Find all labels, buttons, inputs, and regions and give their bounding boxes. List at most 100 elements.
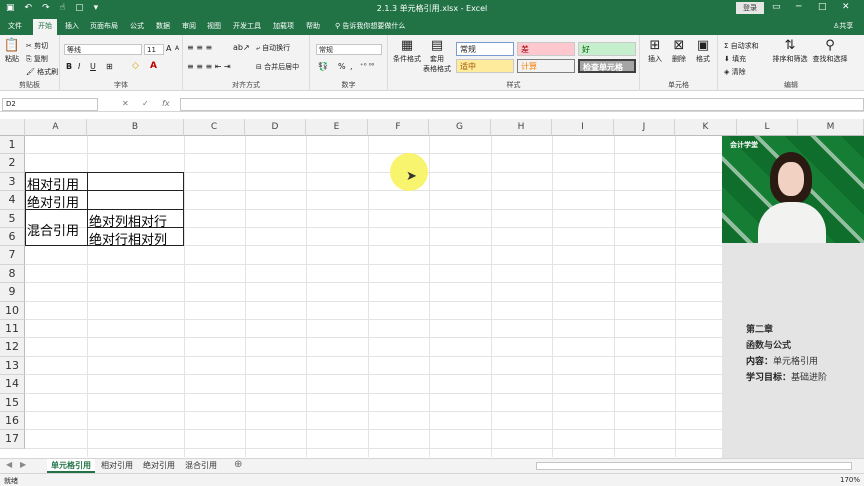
fill-color-icon[interactable]: ◇ xyxy=(132,61,139,71)
column-header-m[interactable]: M xyxy=(798,119,864,136)
row-header[interactable]: 17 xyxy=(0,430,25,449)
bold-button[interactable]: B xyxy=(66,62,72,71)
copy-button[interactable]: ⎘ 复制 xyxy=(26,54,48,64)
row-header[interactable]: 15 xyxy=(0,393,25,412)
row-header[interactable]: 1 xyxy=(0,136,25,155)
format-painter-button[interactable]: 🖌 格式刷 xyxy=(26,67,58,77)
tab-insert[interactable]: 插入 xyxy=(65,21,79,31)
delete-cells-button[interactable]: ⊠ 删除 xyxy=(668,39,690,64)
select-all-corner[interactable] xyxy=(0,119,25,136)
style-calculation[interactable]: 计算 xyxy=(517,59,575,73)
login-button[interactable]: 登录 xyxy=(736,2,764,14)
style-check-cell[interactable]: 检查单元格 xyxy=(578,59,636,73)
cell-b6[interactable]: 绝对行相对列 xyxy=(89,229,167,248)
sheet-tab-relative[interactable]: 相对引用 xyxy=(97,459,137,473)
column-header-g[interactable]: G xyxy=(429,119,491,136)
tab-help[interactable]: 帮助 xyxy=(306,21,320,31)
row-header[interactable]: 11 xyxy=(0,320,25,339)
column-header-j[interactable]: J xyxy=(614,119,675,136)
sheet-tab-cell-reference[interactable]: 单元格引用 xyxy=(47,459,95,473)
wrap-text-button[interactable]: ⤶ 自动换行 xyxy=(256,43,290,53)
cell-b5[interactable]: 绝对列相对行 xyxy=(89,211,167,230)
tab-data[interactable]: 数据 xyxy=(156,21,170,31)
row-header[interactable]: 8 xyxy=(0,264,25,284)
italic-button[interactable]: I xyxy=(78,62,80,71)
insert-cells-button[interactable]: ⊞ 插入 xyxy=(644,39,666,64)
find-select-button[interactable]: ⚲ 查找和选择 xyxy=(810,39,850,64)
font-size-dropdown[interactable]: 11 xyxy=(144,44,164,55)
scroll-right-icon[interactable]: ▶ xyxy=(20,460,26,469)
number-format-dropdown[interactable]: 常规 xyxy=(316,44,382,55)
cancel-icon[interactable]: ✕ xyxy=(122,99,129,108)
tab-file[interactable]: 文件 xyxy=(8,21,22,31)
orientation-icon[interactable]: ab↗ xyxy=(233,43,250,52)
sort-filter-button[interactable]: ⇅ 排序和筛选 xyxy=(770,39,810,64)
tab-review[interactable]: 审阅 xyxy=(182,21,196,31)
shrink-font-button[interactable]: A xyxy=(175,45,179,52)
cell-a3[interactable]: 相对引用 xyxy=(27,174,79,193)
row-header[interactable]: 6 xyxy=(0,228,25,247)
row-header[interactable]: 5 xyxy=(0,209,25,228)
format-as-table-button[interactable]: ▤ 套用 表格格式 xyxy=(422,39,452,74)
column-header-h[interactable]: H xyxy=(491,119,552,136)
row-header[interactable]: 4 xyxy=(0,191,25,210)
column-header-l[interactable]: L xyxy=(737,119,798,136)
insert-function-icon[interactable]: fx xyxy=(162,99,170,108)
tab-home[interactable]: 开始 xyxy=(33,19,57,35)
column-header-e[interactable]: E xyxy=(306,119,368,136)
tab-addins[interactable]: 加载项 xyxy=(273,21,294,31)
style-bad[interactable]: 差 xyxy=(517,42,575,56)
column-header-d[interactable]: D xyxy=(245,119,306,136)
column-header-f[interactable]: F xyxy=(368,119,429,136)
clear-button[interactable]: ◈ 清除 xyxy=(724,67,746,77)
column-header-a[interactable]: A xyxy=(25,119,87,136)
tab-developer[interactable]: 开发工具 xyxy=(233,21,261,31)
enter-icon[interactable]: ✓ xyxy=(142,99,149,108)
maximize-icon[interactable]: □ xyxy=(818,2,827,12)
horizontal-scrollbar[interactable] xyxy=(536,462,852,470)
row-header[interactable]: 16 xyxy=(0,412,25,431)
close-icon[interactable]: ✕ xyxy=(842,2,850,12)
sheet-tab-mixed[interactable]: 混合引用 xyxy=(181,459,221,473)
row-header[interactable]: 7 xyxy=(0,246,25,265)
row-header[interactable]: 13 xyxy=(0,356,25,376)
add-sheet-icon[interactable]: ⊕ xyxy=(234,459,242,470)
merge-center-button[interactable]: ⊟ 合并后居中 xyxy=(256,62,299,72)
fill-button[interactable]: ⬇ 填充 xyxy=(724,54,746,64)
minimize-icon[interactable]: ─ xyxy=(796,2,801,12)
style-good[interactable]: 好 xyxy=(578,42,636,56)
row-header[interactable]: 2 xyxy=(0,154,25,173)
decimal-icon[interactable]: ⁺⁰ ⁰⁰ xyxy=(360,62,374,70)
conditional-format-button[interactable]: ▦ 条件格式 xyxy=(390,39,424,64)
column-header-i[interactable]: I xyxy=(552,119,614,136)
tab-view[interactable]: 视图 xyxy=(207,21,221,31)
row-header[interactable]: 14 xyxy=(0,375,25,394)
column-header-b[interactable]: B xyxy=(87,119,184,136)
currency-icon[interactable]: 💱 xyxy=(318,62,328,71)
tab-formulas[interactable]: 公式 xyxy=(130,21,144,31)
row-header[interactable]: 10 xyxy=(0,301,25,320)
name-box[interactable]: D2 xyxy=(2,98,98,111)
paste-button[interactable]: 📋 粘贴 xyxy=(3,39,21,64)
style-normal[interactable]: 常规 xyxy=(456,42,514,56)
align-left-icon[interactable]: ≡ ≡ ≡ ⇤ ⇥ xyxy=(187,62,231,71)
scroll-left-icon[interactable]: ◀ xyxy=(6,460,12,469)
cut-button[interactable]: ✂ 剪切 xyxy=(26,41,48,51)
style-neutral[interactable]: 适中 xyxy=(456,59,514,73)
align-top-icon[interactable]: ≡ ≡ ≡ xyxy=(187,43,212,52)
tab-page-layout[interactable]: 页面布局 xyxy=(90,21,118,31)
cell-a5-merged[interactable]: 混合引用 xyxy=(27,220,79,239)
percent-button[interactable]: % xyxy=(338,62,346,71)
column-header-c[interactable]: C xyxy=(184,119,245,136)
row-header[interactable]: 9 xyxy=(0,283,25,302)
font-name-dropdown[interactable]: 等线 xyxy=(64,44,142,55)
grow-font-button[interactable]: A xyxy=(166,44,171,53)
zoom-level[interactable]: 170% xyxy=(840,476,860,484)
row-header[interactable]: 12 xyxy=(0,338,25,357)
autosum-button[interactable]: Σ 自动求和 xyxy=(724,41,759,51)
cell-a4[interactable]: 绝对引用 xyxy=(27,192,79,211)
tell-me-search[interactable]: ⚲ 告诉我你想要做什么 xyxy=(335,21,405,31)
format-cells-button[interactable]: ▣ 格式 xyxy=(692,39,714,64)
share-button[interactable]: ♙共享 xyxy=(833,21,853,31)
underline-button[interactable]: U xyxy=(90,62,96,71)
